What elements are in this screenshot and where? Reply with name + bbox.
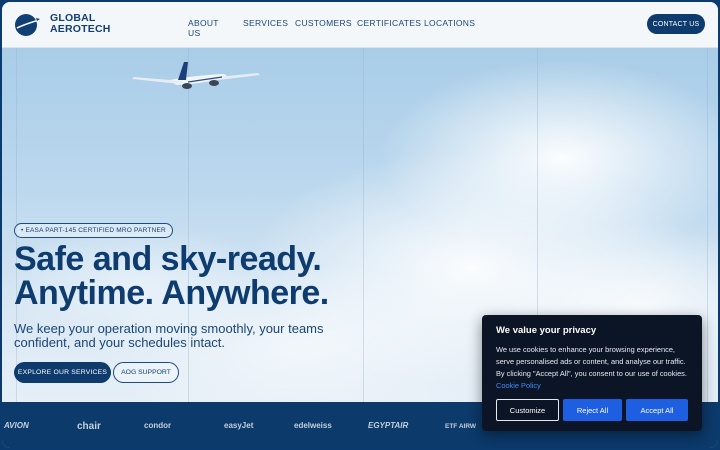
airplane-image (132, 62, 260, 89)
certification-badge: • EASA PART-145 CERTIFIED MRO PARTNER (14, 223, 173, 238)
nav-about-us[interactable]: ABOUT US (188, 18, 219, 38)
headline-line1: Safe and sky-ready. (14, 240, 322, 278)
airline-logo-egyptair: EGYPTAIR (368, 421, 409, 430)
reject-all-button[interactable]: Reject All (563, 399, 622, 421)
contact-us-button[interactable]: CONTACT US (647, 14, 705, 34)
headline-line2: Anytime. Anywhere. (14, 274, 329, 312)
nav-certificates[interactable]: CERTIFICATES (357, 18, 421, 28)
nav-customers[interactable]: CUSTOMERS (295, 18, 352, 28)
airline-logo-etf: ETF AIRW (445, 423, 477, 430)
brand-logo[interactable]: GLOBAL AEROTECH (14, 12, 111, 36)
explore-services-button[interactable]: EXPLORE OUR SERVICES (14, 362, 111, 383)
hero-headline: Safe and sky-ready. Anytime. Anywhere. (14, 242, 329, 310)
globe-plane-icon (14, 12, 40, 36)
cookie-body: We use cookies to enhance your browsing … (496, 345, 687, 378)
cookie-text: We use cookies to enhance your browsing … (496, 344, 692, 392)
grid-line (363, 48, 364, 402)
grid-line (707, 48, 708, 402)
page-frame: GLOBAL AEROTECH ABOUT US SERVICES CUSTOM… (2, 2, 718, 448)
aog-support-button[interactable]: AOG SUPPORT (113, 362, 179, 383)
accept-all-button[interactable]: Accept All (626, 399, 688, 421)
airline-logo-condor: condor (144, 421, 172, 430)
brand-name: GLOBAL AEROTECH (50, 13, 111, 35)
nav-services[interactable]: SERVICES (243, 18, 288, 28)
customize-button[interactable]: Customize (496, 399, 559, 421)
cookie-consent-banner: We value your privacy We use cookies to … (482, 315, 702, 431)
airline-logo-chair: chair (77, 421, 101, 432)
nav-locations[interactable]: LOCATIONS (424, 18, 475, 28)
airline-logo-easyjet: easyJet (224, 421, 254, 430)
hero-subline: We keep your operation moving smoothly, … (14, 321, 324, 350)
site-header: GLOBAL AEROTECH ABOUT US SERVICES CUSTOM… (2, 2, 718, 48)
airline-logo-avion: AVION (4, 421, 29, 430)
cookie-title: We value your privacy (496, 325, 597, 336)
brand-name-line2: AEROTECH (50, 23, 111, 35)
cookie-policy-link[interactable]: Cookie Policy (496, 381, 541, 390)
airline-logo-edelweiss: edelweiss (294, 421, 332, 430)
